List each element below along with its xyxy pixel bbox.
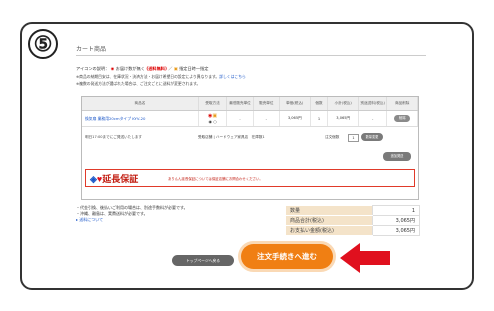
note-line-2: ※複数の発送方法が選ばれた場合は、ご注文ごとに送料が変更されます。 (76, 81, 201, 86)
warranty-title: 延長保証 (102, 174, 139, 184)
shipping-info-link[interactable]: ▸ 送料について (76, 217, 188, 223)
col-delete: 商品削除 (386, 97, 418, 111)
free-shipping-icon: ◉ (110, 66, 115, 71)
col-shipping: 別途送料(税込) (358, 97, 388, 111)
shipping-cell: - (358, 110, 388, 127)
col-subtotal: 小計(税込) (327, 97, 359, 111)
receive-method-cell: ◉▣ ◉ ○ (198, 110, 228, 127)
icon-legend: アイコンの説明： ◉ お届け数が無く (送料無料) ／ ▣ 指定日時一指定 (76, 66, 208, 72)
receive-radio-1[interactable]: ◉ (209, 119, 213, 124)
legend-separator: ／ (168, 66, 173, 71)
legend-free-label: (送料無料) (146, 66, 167, 71)
summary-value: 3,065円 (372, 215, 420, 226)
summary-label: 商品合計(税込) (286, 215, 373, 226)
order-summary: 数量 1 商品合計(税込) 3,065円 お支払い金額(税込) 3,065円 (286, 205, 420, 236)
receive-radio-2[interactable]: ○ (213, 119, 217, 124)
summary-row: お支払い金額(税込) 3,065円 (286, 225, 420, 236)
subtotal-cell: 3,065円 (327, 110, 359, 127)
quantity-input[interactable]: 1 (348, 134, 359, 142)
qty-label: 注文個数 (325, 135, 340, 139)
stock-label: 在庫数1 (251, 135, 265, 139)
shipping-method-text: 受取店舗 | ハードウェア家具店 (198, 135, 249, 139)
shipping-method: 受取店舗 | ハードウェア家具店 在庫数1 (198, 135, 265, 140)
qty-cell: 1 (310, 110, 329, 127)
legend-free-text: お届け数が無く (115, 66, 145, 71)
section-title: カート商品 (76, 46, 107, 53)
cart-header-row: 商品名 受取方法 最低販売単位 販売単位 単価(税込) 個数 小計(税込) 別途… (82, 97, 418, 111)
step-number-badge: ⑤ (28, 29, 58, 59)
note-line-1-text: ※商品の納期目安は、在庫状況・決済方法・お届け希望日の設定により異なります。 (76, 74, 220, 79)
col-product-name: 商品名 (82, 97, 199, 111)
cart-table-box: 商品名 受取方法 最低販売単位 販売単位 単価(税込) 個数 小計(税込) 別途… (81, 96, 419, 200)
details-link[interactable]: 詳しくはこちら (219, 74, 246, 79)
summary-label: 数量 (286, 205, 373, 216)
checkout-button[interactable]: 注文手続きへ進む (241, 244, 333, 269)
unit-cell: - (253, 110, 280, 127)
col-receive-method: 受取方法 (198, 97, 228, 111)
add-shipment-button[interactable]: 追加発送 (383, 152, 411, 161)
col-min-unit: 最低販売単位 (226, 97, 254, 111)
summary-value: 1 (372, 205, 420, 216)
back-to-top-button[interactable]: トップページへ戻る (172, 255, 234, 266)
cart-table: 商品名 受取方法 最低販売単位 販売単位 単価(税込) 個数 小計(税込) 別途… (82, 97, 418, 127)
designated-date-icon: ▣ (173, 66, 178, 71)
extended-warranty-banner[interactable]: ◈♥延長保証 ありんん延長保証については保証店舗にお問合わせください。 (85, 169, 415, 187)
note-line-1: ※商品の納期目安は、在庫状況・決済方法・お届け希望日の設定により異なります。詳し… (76, 74, 246, 80)
delete-cell: 削除 (386, 110, 418, 127)
legend-designated-text: 指定日時一指定 (179, 66, 209, 71)
summary-row: 数量 1 (286, 205, 420, 216)
min-unit-cell: - (226, 110, 254, 127)
col-unit: 販売単位 (253, 97, 280, 111)
delete-button[interactable]: 削除 (394, 115, 411, 122)
lower-notes: ・代金引換、後払いご利用の場合は、別途手数料が必要です。 ・沖縄、離島は、実費送… (76, 205, 188, 223)
title-divider (76, 55, 426, 56)
product-name-link[interactable]: 換気扇 業務用20cmタイプ KYV-20 (82, 110, 199, 127)
pointer-arrow-icon (340, 243, 390, 273)
price-cell: 3,065円 (279, 110, 311, 127)
col-qty: 個数 (310, 97, 329, 111)
summary-row: 商品合計(税込) 3,065円 (286, 215, 420, 226)
table-row: 換気扇 業務用20cmタイプ KYV-20 ◉▣ ◉ ○ - - 3,065円 … (82, 110, 418, 127)
warranty-logo: ◈♥延長保証 (90, 174, 139, 184)
change-quantity-button[interactable]: 数量変更 (361, 133, 383, 141)
warranty-subtext: ありんん延長保証については保証店舗にお問合わせください。 (168, 177, 263, 181)
col-price: 単価(税込) (279, 97, 311, 111)
summary-label: お支払い金額(税込) (286, 225, 373, 236)
legend-prefix: アイコンの説明： (76, 66, 110, 71)
summary-value: 3,065円 (372, 225, 420, 236)
shipping-note: 明日17:00までにご発送いたします (85, 135, 143, 139)
